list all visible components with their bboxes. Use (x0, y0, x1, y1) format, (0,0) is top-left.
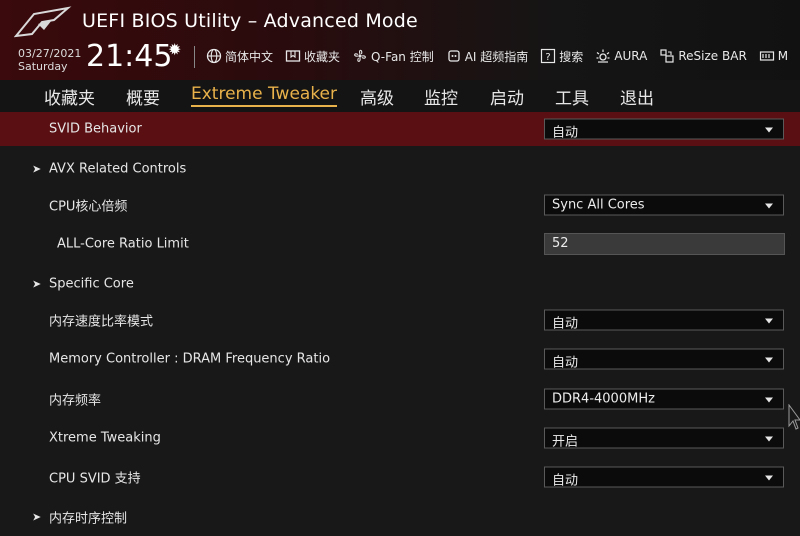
submenu-arrow-icon: ➤ (32, 510, 42, 524)
globe-icon (206, 48, 222, 64)
tab-favorites[interactable]: 收藏夹 (44, 84, 95, 109)
language-label: 简体中文 (225, 49, 274, 64)
aura-light-icon (595, 48, 611, 64)
memtest-icon (759, 48, 775, 64)
language-button[interactable]: 简体中文 (206, 48, 273, 65)
input-value: 52 (552, 236, 569, 251)
memtest-label: M (777, 49, 789, 63)
divider (194, 46, 195, 68)
aura-label: AURA (614, 49, 648, 63)
setting-label: CPU SVID 支持 (49, 471, 141, 487)
qfan-button[interactable]: Q-Fan 控制 (352, 48, 434, 65)
setting-row-dram-frequency-ratio[interactable]: Memory Controller : DRAM Frequency Ratio… (0, 340, 800, 378)
resize-bar-label: ReSize BAR (678, 49, 747, 63)
setting-label: Specific Core (49, 276, 134, 292)
all-core-ratio-input[interactable]: 52 (544, 233, 785, 255)
cpu-core-ratio-dropdown[interactable]: Sync All Cores (544, 194, 784, 216)
tab-tools[interactable]: 工具 (555, 84, 589, 109)
chevron-down-icon (765, 397, 773, 403)
chevron-down-icon (765, 203, 773, 209)
tab-boot[interactable]: 启动 (490, 84, 524, 109)
setting-row-memory-timing-control[interactable]: ➤ 内存时序控制 (0, 498, 800, 536)
setting-row-cpu-svid-support[interactable]: CPU SVID 支持 自动 (0, 458, 800, 496)
setting-label: ALL-Core Ratio Limit (57, 236, 189, 252)
main-tab-bar: 收藏夹 概要 Extreme Tweaker 高级 监控 启动 工具 退出 (0, 80, 800, 112)
setting-row-memory-speed-ratio-mode[interactable]: 内存速度比率模式 自动 (0, 301, 800, 339)
setting-row-avx-controls[interactable]: ➤ AVX Related Controls (0, 150, 800, 188)
search-label: 搜索 (559, 49, 584, 64)
tab-exit[interactable]: 退出 (620, 84, 654, 109)
xtreme-tweaking-dropdown[interactable]: 开启 (544, 427, 784, 450)
cpu-svid-support-dropdown[interactable]: 自动 (544, 466, 784, 489)
setting-label: SVID Behavior (49, 121, 142, 137)
fan-icon (352, 48, 368, 64)
favorites-button[interactable]: 收藏夹 (285, 48, 340, 65)
help-icon: ? (540, 48, 556, 64)
dropdown-value: 自动 (552, 473, 579, 489)
ai-oc-guide-label: AI 超频指南 (464, 49, 529, 64)
aura-button[interactable]: AURA (595, 48, 647, 64)
svid-behavior-dropdown[interactable]: 自动 (544, 118, 784, 141)
chevron-down-icon (765, 127, 773, 133)
favorites-label: 收藏夹 (304, 49, 341, 64)
header-bar: UEFI BIOS Utility – Advanced Mode 03/27/… (0, 0, 800, 80)
dropdown-value: 自动 (552, 125, 579, 141)
ai-chip-icon (446, 48, 462, 64)
setting-label: AVX Related Controls (49, 161, 187, 177)
setting-row-xtreme-tweaking[interactable]: Xtreme Tweaking 开启 (0, 419, 800, 457)
submenu-arrow-icon: ➤ (32, 162, 42, 176)
date-display: 03/27/2021 Saturday (18, 47, 81, 73)
setting-label: CPU核心倍频 (49, 199, 128, 215)
setting-label: 内存速度比率模式 (49, 314, 154, 330)
tab-monitor[interactable]: 监控 (424, 84, 458, 109)
setting-row-cpu-core-ratio[interactable]: CPU核心倍频 Sync All Cores (0, 186, 800, 224)
tab-overview[interactable]: 概要 (126, 84, 160, 109)
setting-label: Xtreme Tweaking (49, 430, 161, 446)
ai-oc-guide-button[interactable]: AI 超频指南 (446, 48, 529, 65)
resize-bar-button[interactable]: ReSize BAR (659, 48, 747, 64)
rog-eye-logo-icon (14, 6, 72, 38)
search-button[interactable]: ? 搜索 (540, 48, 583, 65)
toolbar: 简体中文 收藏夹 Q-Fan 控制 AI 超频指南 ? 搜索 AURA ReSi… (206, 46, 800, 66)
dropdown-value: Sync All Cores (552, 197, 645, 213)
dropdown-value: 开启 (552, 434, 579, 450)
resize-bar-icon (659, 48, 675, 64)
tab-extreme-tweaker[interactable]: Extreme Tweaker (191, 84, 338, 107)
app-title: UEFI BIOS Utility – Advanced Mode (82, 10, 418, 32)
dram-frequency-ratio-dropdown[interactable]: 自动 (544, 348, 784, 371)
dropdown-value: DDR4-4000MHz (552, 391, 655, 407)
chevron-down-icon (765, 357, 773, 363)
setting-label: 内存频率 (49, 393, 102, 409)
setting-row-memory-frequency[interactable]: 内存频率 DDR4-4000MHz (0, 380, 800, 418)
mouse-cursor-icon (788, 404, 800, 430)
setting-row-all-core-ratio-limit[interactable]: ALL-Core Ratio Limit 52 (0, 225, 800, 263)
setting-label: 内存时序控制 (49, 511, 128, 527)
submenu-arrow-icon: ➤ (32, 277, 42, 291)
memtest-button[interactable]: M (759, 48, 788, 64)
dropdown-value: 自动 (552, 316, 579, 332)
memory-frequency-dropdown[interactable]: DDR4-4000MHz (544, 388, 784, 410)
chevron-down-icon (765, 475, 773, 481)
tab-advanced[interactable]: 高级 (360, 84, 394, 109)
setting-row-svid-behavior[interactable]: SVID Behavior 自动 (0, 112, 800, 146)
clock-time: 21:45 (86, 39, 173, 74)
day-text: Saturday (18, 60, 68, 73)
bookmark-folder-icon (285, 48, 301, 64)
chevron-down-icon (765, 318, 773, 324)
setting-row-specific-core[interactable]: ➤ Specific Core (0, 265, 800, 303)
gear-icon[interactable]: ✹ (168, 40, 181, 59)
setting-label: Memory Controller : DRAM Frequency Ratio (49, 351, 331, 367)
date-text: 03/27/2021 (18, 47, 82, 60)
chevron-down-icon (765, 436, 773, 442)
svg-text:?: ? (546, 52, 551, 63)
dropdown-value: 自动 (552, 355, 579, 371)
memory-speed-ratio-dropdown[interactable]: 自动 (544, 309, 784, 332)
qfan-label: Q-Fan 控制 (371, 49, 434, 64)
